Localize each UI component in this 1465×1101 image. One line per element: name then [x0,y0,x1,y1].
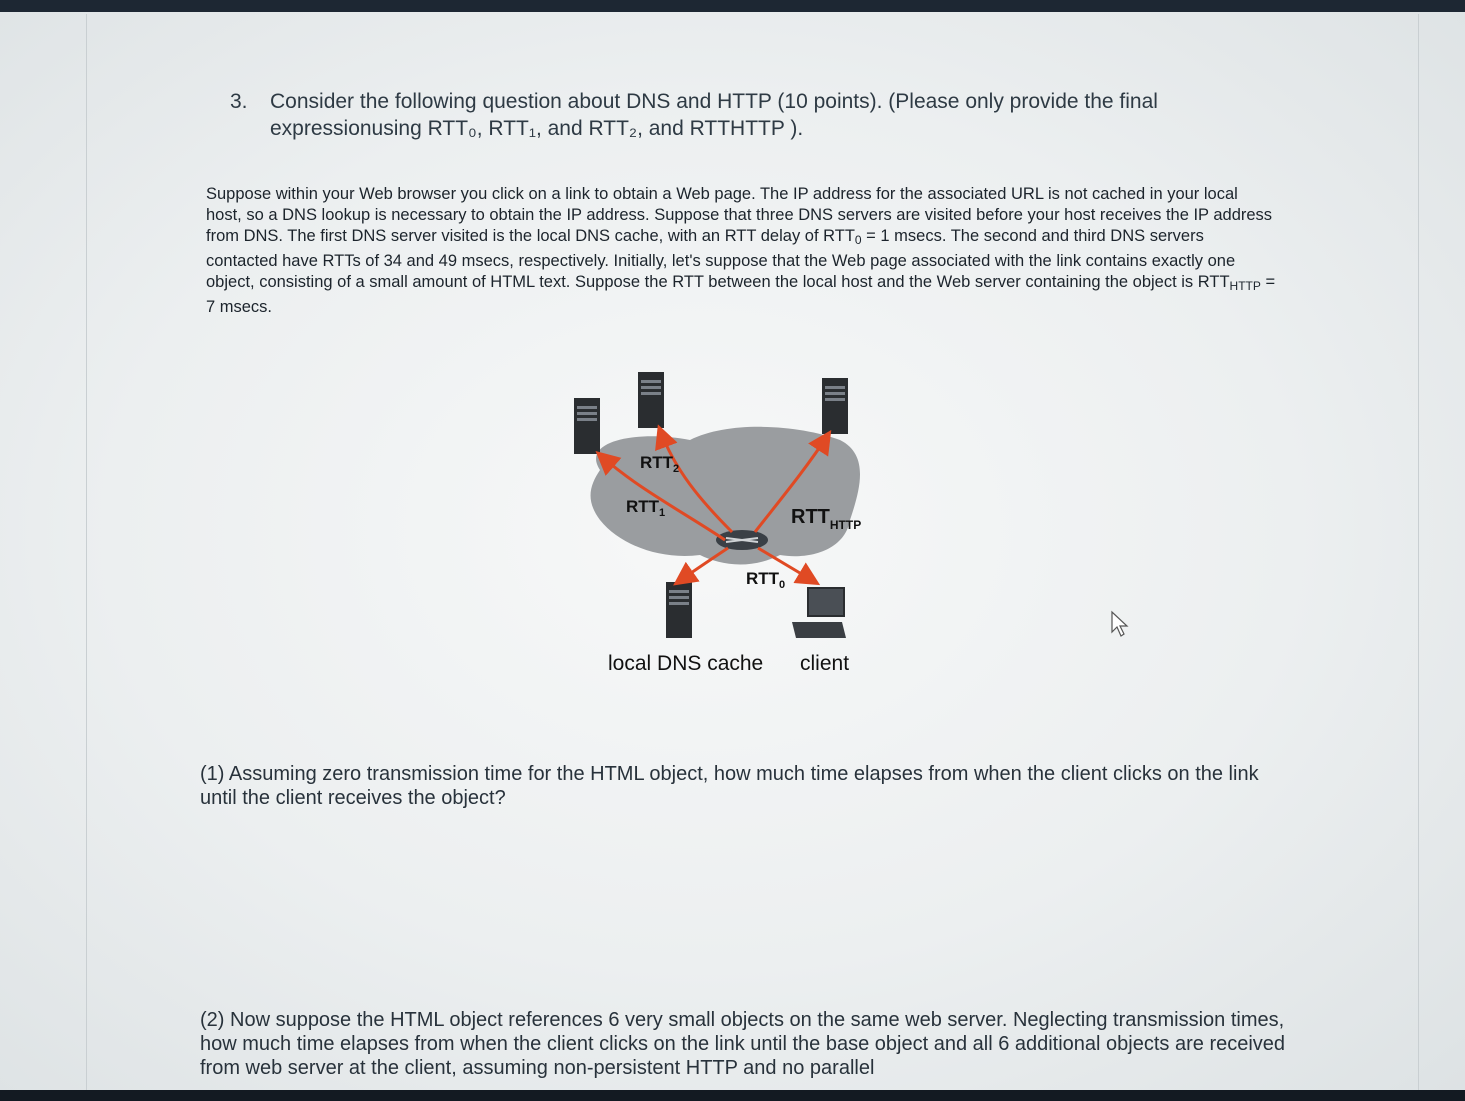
question-part-1: (1) Assuming zero transmission time for … [200,763,1259,809]
question-title-line2: expressionusing RTT₀, RTT₁, and RTT₂, an… [270,117,804,140]
web-server-icon [822,378,848,434]
page-left-edge [86,14,87,1090]
question-title-line1: Consider the following question about DN… [270,90,1158,113]
local-dns-server-icon [666,582,692,638]
dns-server-2-icon [638,372,664,428]
client-label: client [800,652,849,675]
body-sub-0: 0 [854,233,862,247]
monitor-bottom-bezel [0,1090,1465,1101]
local-dns-cache-label: local DNS cache [608,652,763,675]
question-number: 3. [230,90,248,113]
page-right-edge [1418,14,1419,1090]
mouse-pointer-icon [1111,610,1129,637]
question-title: 3. Consider the following question about … [230,88,1230,142]
question-part-2: (2) Now suppose the HTML object referenc… [200,1009,1286,1079]
dns-diagram: RTT2 RTT1 RTTHTTP RTT0 local DNS cache c… [574,372,861,675]
body-sub-http: HTTP [1229,279,1261,293]
rtt0-label: RTT0 [746,569,785,591]
question-body: Suppose within your Web browser you clic… [206,184,1276,318]
dns-server-1-icon [574,398,600,454]
client-computer-icon [792,587,846,638]
